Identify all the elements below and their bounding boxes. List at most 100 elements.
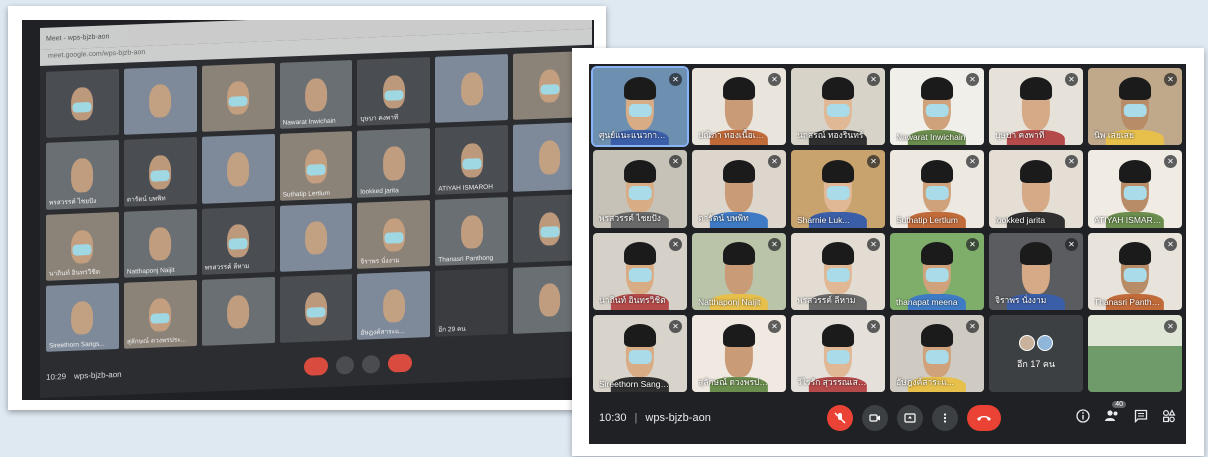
participant-face: [149, 226, 172, 261]
participant-tile[interactable]: ✕ พรสวรรค์ ไชยปัง: [593, 150, 687, 228]
participant-hair: [921, 159, 953, 183]
avatar: [1019, 335, 1035, 352]
participant-tile[interactable]: ✕ ปณิภา ทองเนื้อเพชร: [692, 68, 786, 146]
face-mask: [384, 232, 404, 244]
side-panel-controls: 40: [1076, 401, 1176, 426]
face-mask: [1123, 185, 1147, 200]
face-mask: [628, 350, 652, 365]
participant-hair: [723, 241, 755, 265]
photo-participant-tile: ATIYAH ISMAROH: [435, 125, 509, 195]
participant-tile[interactable]: ✕ ดารัตน์ บพพิท: [692, 150, 786, 228]
photo-participant-tile: [201, 276, 275, 346]
photo-participant-name: Suthatip Lertlum: [282, 189, 330, 199]
participant-hair: [822, 77, 854, 101]
camera-toggle-button[interactable]: [862, 405, 888, 431]
meeting-time: 10:30: [599, 412, 627, 424]
people-button[interactable]: 40: [1104, 401, 1126, 426]
photo-participant-tile: Natthaponj Naijit: [123, 208, 197, 278]
photo-participant-name: Sireethorn Sangs...: [49, 340, 105, 350]
participant-name: lookked jarita: [995, 214, 1046, 225]
participant-hair: [1020, 159, 1052, 183]
end-call-icon: [977, 416, 991, 421]
face-mask: [228, 95, 248, 108]
participant-grid: ✕ ศูนย์แนะแนวการศึกษา สพ.สพ ✕ ปณิภา ทองเนื้…: [591, 65, 1182, 392]
participant-tile[interactable]: ✕ Nawarat Inwichain: [890, 68, 984, 146]
participant-name: นฤสรณ์ ทองรินทร์: [797, 130, 864, 141]
participant-face: [382, 288, 405, 323]
participant-name: Sharnie Luk...: [797, 214, 850, 225]
others-count: อีก 17 คน: [1016, 359, 1056, 370]
photo-participant-tile: นาถินท์ อินทรวิชิต: [46, 211, 119, 281]
photo-participant-name: ดารัตน์ บพพิท: [126, 194, 166, 204]
mic-off-icon: ✕: [669, 319, 682, 333]
participant-tile[interactable]: ✕ จิราพร นั่งงาม: [989, 232, 1083, 310]
more-vert-icon: [943, 413, 947, 423]
face-mask: [150, 170, 170, 182]
mic-off-icon: ✕: [867, 319, 880, 333]
meta-separator: |: [634, 412, 638, 424]
meeting-details-button[interactable]: [1076, 409, 1090, 426]
face-mask: [1123, 268, 1147, 282]
participant-hair: [624, 241, 656, 265]
mic-off-icon: ✕: [1164, 319, 1177, 333]
others-tile[interactable]: อีก 17 คน: [989, 314, 1083, 392]
mic-off-icon: ✕: [1065, 73, 1078, 86]
participant-tile[interactable]: ✕ อัษฎงค์สาระแ...: [890, 314, 984, 392]
face-mask: [540, 83, 560, 96]
participant-name: Thanasri Panthong: [1094, 296, 1164, 307]
face-mask: [826, 185, 850, 200]
mic-off-icon: ✕: [1164, 237, 1177, 251]
participant-tile[interactable]: ✕ สุลักษณ์ ดวงพรประ...: [692, 314, 786, 392]
participant-tile[interactable]: ✕ พรสวรรค์ ลีหาม: [791, 232, 885, 310]
participant-hair: [723, 324, 755, 348]
participant-tile[interactable]: ✕ Thanasri Panthong: [1088, 232, 1182, 310]
leave-call-button[interactable]: [967, 405, 1001, 431]
photo-participant-name: ATIYAH ISMAROH: [438, 183, 493, 193]
participant-tile[interactable]: ✕ Suthatip Lertlum: [890, 150, 984, 228]
participant-tile[interactable]: ✕ นาถินท์ อินทรวิชิต: [593, 232, 687, 310]
more-options-button[interactable]: [932, 405, 958, 431]
participant-face: [538, 282, 561, 317]
participant-hair: [1119, 241, 1151, 265]
participant-tile[interactable]: ✕ นฤสรณ์ ทองรินทร์: [791, 68, 885, 146]
projector-photo: Meet - wps-bjzb-aon meet.google.com/wps-…: [22, 20, 594, 400]
participant-tile[interactable]: ✕ Sireethorn Sangs...: [593, 314, 687, 392]
present-button[interactable]: [897, 405, 923, 431]
participant-hair: [723, 159, 755, 183]
participant-name: Natthaponj Naijit: [698, 296, 761, 307]
face-mask: [306, 306, 326, 318]
photo-camera-icon: [335, 355, 354, 375]
photo-participant-tile: Sireethorn Sangs...: [46, 282, 119, 352]
meet-screenshot-card: ✕ ศูนย์แนะแนวการศึกษา สพ.สพ ✕ ปณิภา ทองเนื้…: [572, 48, 1204, 456]
activities-button[interactable]: [1162, 409, 1176, 426]
chat-button[interactable]: [1134, 409, 1148, 426]
participant-name: ปณิภา ทองเนื้อเพชร: [698, 130, 768, 141]
people-icon: [1105, 410, 1118, 421]
participant-name: ATIYAH ISMAROH...: [1094, 214, 1164, 225]
photo-participant-tile: Thanasri Panthong: [435, 196, 509, 266]
face-mask: [150, 312, 170, 324]
photo-participant-name: สุลักษณ์ ดวงพรประ...: [126, 336, 187, 346]
face-mask: [925, 185, 949, 200]
projected-meet-window: Meet - wps-bjzb-aon meet.google.com/wps-…: [40, 20, 592, 398]
photo-participant-tile: สุลักษณ์ ดวงพรประ...: [123, 279, 197, 349]
meet-window: ✕ ศูนย์แนะแนวการศึกษา สพ.สพ ✕ ปณิภา ทองเนื้…: [589, 64, 1186, 444]
face-mask: [925, 103, 949, 118]
participant-tile[interactable]: ✕ ศูนย์แนะแนวการศึกษา สพ.สพ: [591, 65, 689, 148]
group-room-tile[interactable]: ✕: [1088, 314, 1182, 392]
participant-face: [460, 214, 483, 249]
participant-tile[interactable]: ✕ Sharnie Luk...: [791, 150, 885, 228]
participant-tile[interactable]: ✕ lookked jarita: [989, 150, 1083, 228]
participant-tile[interactable]: ✕ บุษบา คงพาที: [989, 68, 1083, 146]
participant-hair: [624, 77, 656, 101]
mic-toggle-button[interactable]: [827, 405, 853, 431]
participant-tile[interactable]: ✕ นิพ เสยเสย: [1088, 68, 1182, 146]
participant-hair: [822, 241, 854, 265]
photo-end-call-icon: [387, 353, 412, 373]
photo-participant-name: พรสวรรค์ ลีหาม: [204, 262, 250, 272]
participant-tile[interactable]: ✕ thanapat meena: [890, 232, 984, 310]
participant-tile[interactable]: ✕ Natthaponj Naijit: [692, 232, 786, 310]
participant-tile[interactable]: ✕ATIYAH ISMAROH...: [1088, 150, 1182, 228]
photo-others-count: อีก 29 คน: [438, 325, 466, 334]
participant-tile[interactable]: ✕ วิไรรัก สุวรรณเสรสันติ: [791, 314, 885, 392]
